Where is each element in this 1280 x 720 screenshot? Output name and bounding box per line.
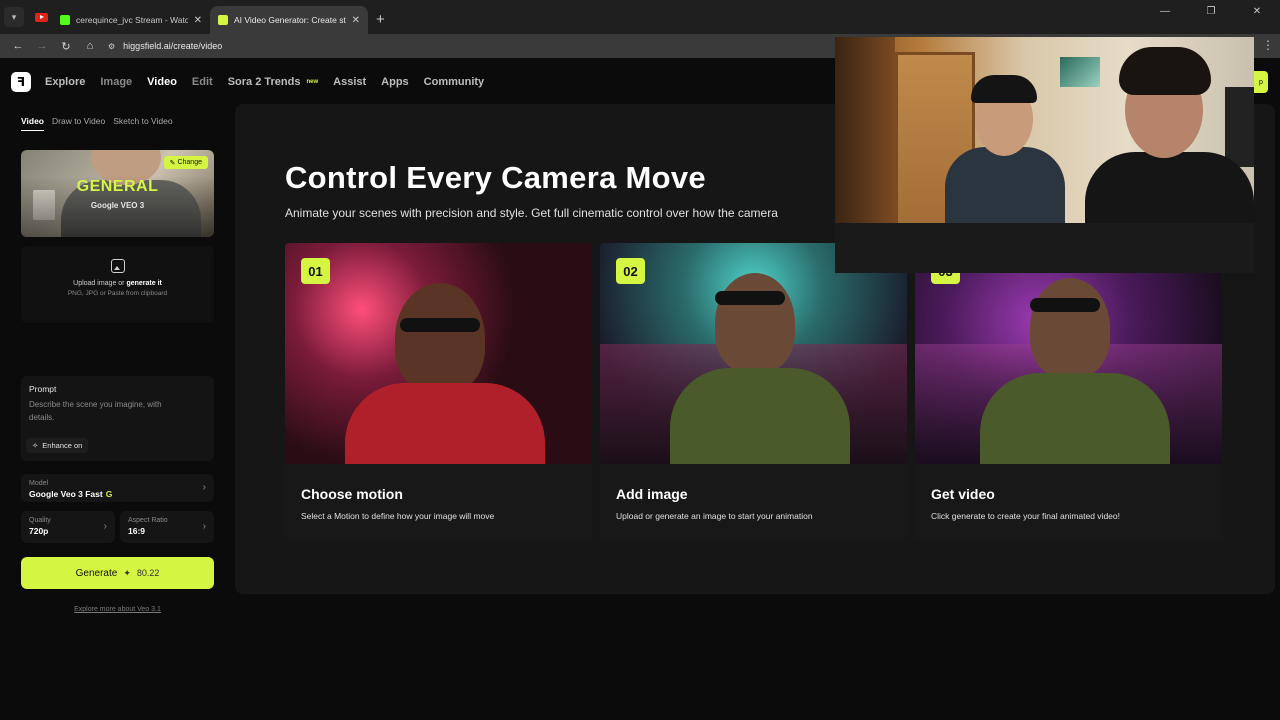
page-subtitle: Animate your scenes with precision and s… [285, 206, 778, 220]
higgsfield-logo-icon[interactable]: ꟻ [11, 72, 31, 92]
tab-video[interactable]: Video [21, 116, 44, 131]
nav-edit[interactable]: Edit [192, 76, 213, 88]
generate-button[interactable]: Generate ✦ 80.22 [21, 557, 214, 589]
step-description: Select a Motion to define how your image… [301, 511, 495, 521]
preset-subtitle: Google VEO 3 [90, 201, 145, 210]
step-description: Upload or generate an image to start you… [616, 511, 813, 521]
new-badge: new [306, 79, 319, 85]
step-title: Get video [931, 486, 995, 502]
tab-search-icon[interactable]: ▾ [4, 7, 24, 27]
magic-wand-icon: ✧ [32, 441, 39, 450]
prompt-label: Prompt [29, 384, 57, 394]
prompt-box[interactable]: Prompt Describe the scene you imagine, w… [21, 376, 214, 461]
prompt-input[interactable]: Describe the scene you imagine, with det… [29, 398, 189, 424]
close-tab-icon[interactable]: ✕ [194, 15, 202, 26]
higgsfield-icon [218, 15, 228, 25]
enhance-label: Enhance on [42, 441, 83, 450]
upgrade-tab-button[interactable]: p [1254, 71, 1268, 93]
google-badge-icon: G [105, 489, 113, 499]
nav-explore[interactable]: Explore [45, 76, 85, 88]
nav-apps[interactable]: Apps [381, 76, 409, 88]
model-select[interactable]: Model Google Veo 3 Fast G › [21, 474, 214, 502]
nav-sora-trends[interactable]: Sora 2 Trends new [228, 76, 318, 88]
change-preset-button[interactable]: ✎ Change [163, 156, 208, 169]
step-title: Choose motion [301, 486, 403, 502]
tab-draw-to-video[interactable]: Draw to Video [52, 116, 105, 126]
aspect-ratio-select[interactable]: Aspect Ratio 16:9 › [120, 511, 214, 543]
video-mode-tabs: Video Draw to Video Sketch to Video [11, 106, 225, 131]
nav-assist[interactable]: Assist [333, 76, 366, 88]
nav-community[interactable]: Community [424, 76, 485, 88]
home-icon[interactable]: ⌂ [78, 40, 102, 52]
generate-it-link[interactable]: generate it [126, 280, 161, 287]
close-window-icon[interactable]: ✕ [1234, 6, 1280, 17]
credits-icon: ✦ [123, 567, 131, 578]
step-image [915, 243, 1222, 464]
nav-image[interactable]: Image [100, 76, 132, 88]
back-icon[interactable]: ← [6, 40, 30, 52]
chevron-right-icon: › [202, 521, 206, 532]
step-card-add-image[interactable]: 02 Add image Upload or generate an image… [600, 243, 907, 539]
minimize-icon[interactable]: — [1142, 6, 1188, 17]
step-card-choose-motion[interactable]: 01 Choose motion Select a Motion to defi… [285, 243, 592, 539]
preset-card[interactable]: GENERAL Google VEO 3 ✎ Change [21, 150, 214, 237]
url-field[interactable]: ⚙ higgsfield.ai/create/video [108, 36, 222, 56]
model-label: Model [29, 480, 49, 487]
step-number: 01 [301, 258, 330, 284]
browser-menu-icon[interactable]: ⋮ [1262, 38, 1274, 52]
site-info-icon[interactable]: ⚙ [108, 42, 115, 51]
new-tab-button[interactable]: + [376, 12, 385, 27]
step-image [285, 243, 592, 464]
maximize-icon[interactable]: ❐ [1188, 6, 1234, 17]
close-tab-icon[interactable]: ✕ [352, 15, 360, 26]
step-card-get-video[interactable]: 03 Get video Click generate to create yo… [915, 243, 1222, 539]
chevron-right-icon: › [202, 482, 206, 493]
webcam-overlay [835, 37, 1254, 273]
nav-video[interactable]: Video [147, 76, 177, 88]
kick-icon [60, 15, 70, 25]
image-upload-icon [110, 259, 125, 273]
youtube-icon [34, 12, 48, 22]
tab-title: AI Video Generator: Create stu [234, 15, 346, 25]
sidebar: Video Draw to Video Sketch to Video GENE… [11, 106, 225, 613]
nav-sora-label: Sora 2 Trends [227, 76, 301, 88]
quality-select[interactable]: Quality 720p › [21, 511, 115, 543]
tab-higgsfield[interactable]: AI Video Generator: Create stu ✕ [210, 6, 368, 34]
tab-kick-stream[interactable]: cerequince_jvc Stream - Watch ✕ [52, 6, 210, 34]
window-controls: — ❐ ✕ [1142, 6, 1280, 17]
step-title: Add image [616, 486, 688, 502]
chevron-right-icon: › [103, 521, 107, 532]
reload-icon[interactable]: ↻ [54, 40, 78, 53]
upload-hint: PNG, JPG or Paste from clipboard [67, 290, 168, 297]
upload-dropzone[interactable]: Upload image or generate it PNG, JPG or … [21, 246, 214, 323]
step-description: Click generate to create your final anim… [931, 511, 1120, 521]
pinned-tab-youtube[interactable] [30, 4, 52, 30]
forward-icon[interactable]: → [30, 40, 54, 52]
explore-veo-link[interactable]: Explore more about Veo 3.1 [21, 606, 214, 613]
browser-tabbar: ▾ cerequince_jvc Stream - Watch ✕ AI Vid… [0, 0, 1280, 34]
aspect-ratio-label: Aspect Ratio [128, 517, 168, 524]
page-title: Control Every Camera Move [285, 160, 706, 195]
quality-label: Quality [29, 517, 51, 524]
enhance-toggle[interactable]: ✧ Enhance on [26, 438, 89, 453]
change-label: Change [177, 159, 202, 166]
tab-sketch-to-video[interactable]: Sketch to Video [113, 116, 172, 126]
generate-label: Generate [75, 567, 118, 579]
quality-value: 720p [29, 526, 49, 536]
model-value: Google Veo 3 Fast [29, 489, 103, 499]
upload-text: Upload image or [73, 280, 127, 287]
url-text: higgsfield.ai/create/video [123, 41, 223, 51]
aspect-ratio-value: 16:9 [128, 526, 146, 536]
step-image [600, 243, 907, 464]
preset-title: GENERAL [76, 178, 159, 195]
step-number: 02 [616, 258, 645, 284]
credits-value: 80.22 [136, 568, 160, 578]
tab-title: cerequince_jvc Stream - Watch [76, 15, 188, 25]
